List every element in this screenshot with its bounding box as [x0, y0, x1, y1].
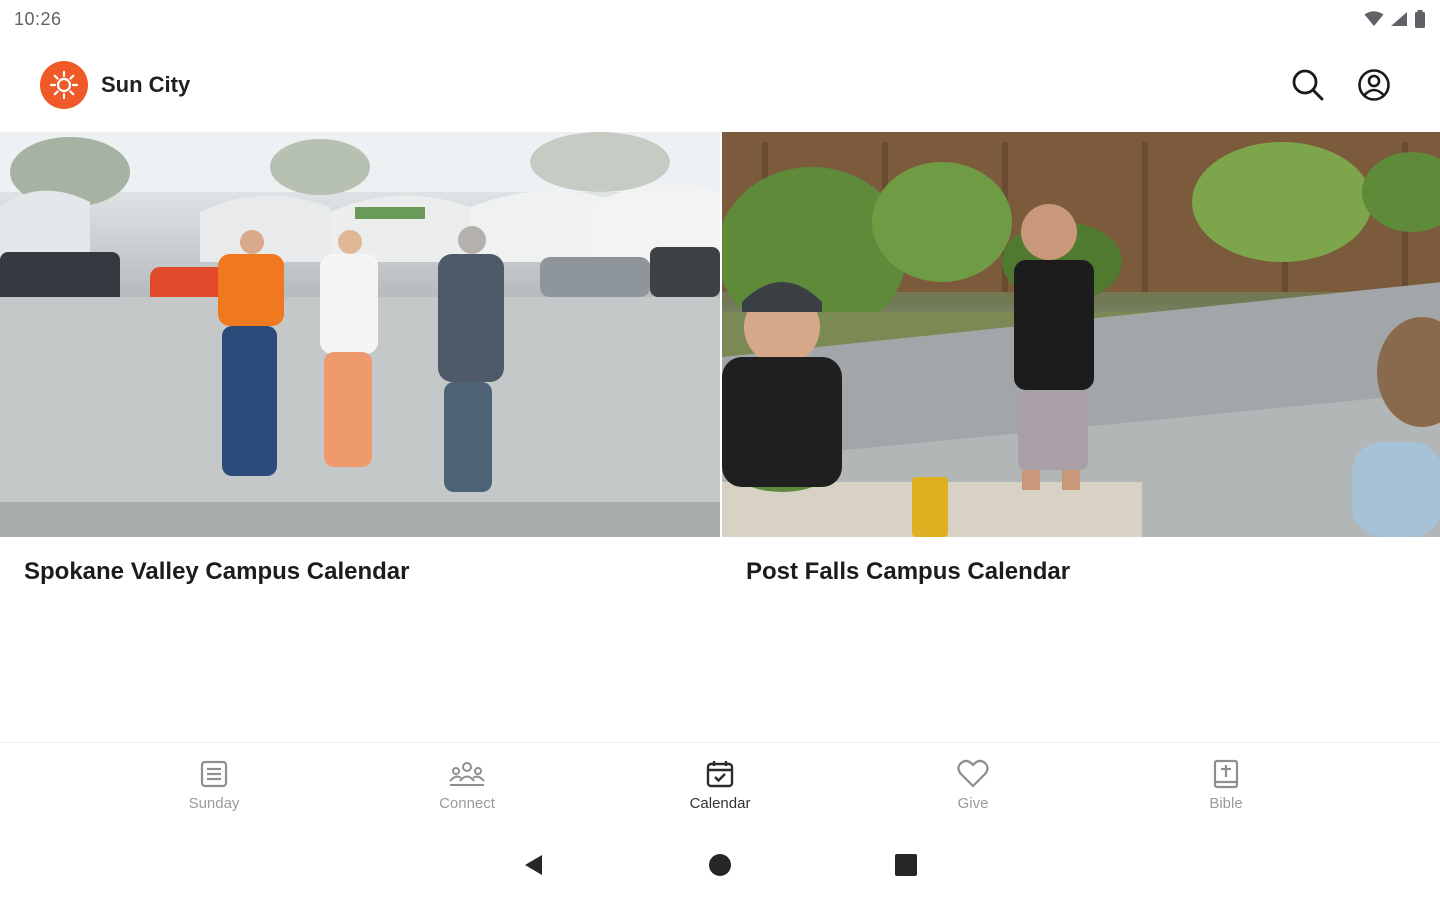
card-title: Post Falls Campus Calendar — [746, 558, 1071, 585]
account-icon — [1358, 69, 1390, 101]
brand-name: Sun City — [101, 72, 191, 97]
nav-item-connect[interactable]: Connect — [341, 743, 594, 830]
campus-card-post-falls[interactable]: Post Falls Campus Calendar — [720, 132, 1440, 607]
app-actions — [1290, 67, 1400, 103]
nav-item-calendar[interactable]: Calendar — [594, 743, 847, 830]
bible-icon — [1213, 759, 1239, 789]
recents-icon — [895, 854, 917, 876]
campus-card-spokane-valley[interactable]: Spokane Valley Campus Calendar — [0, 132, 720, 607]
brand: Sun City — [40, 61, 190, 109]
sunday-icon — [200, 760, 228, 788]
sun-city-logo-icon — [40, 61, 88, 109]
card-title: Spokane Valley Campus Calendar — [24, 558, 410, 585]
nav-label-calendar: Calendar — [689, 795, 751, 812]
connect-icon — [449, 762, 485, 786]
heart-icon — [957, 759, 989, 788]
back-icon — [525, 855, 542, 875]
system-recents-button[interactable] — [888, 847, 924, 883]
bottom-navigation: Sunday Connect Calendar Give Bible — [0, 742, 1440, 830]
search-button[interactable] — [1290, 67, 1326, 103]
nav-label-bible: Bible — [1209, 795, 1243, 812]
system-navigation — [0, 830, 1440, 900]
nav-label-sunday: Sunday — [188, 795, 240, 812]
post-falls-photo — [722, 132, 1440, 537]
campus-calendar-list: Spokane Valley Campus Calendar Post Fall… — [0, 132, 1440, 607]
spokane-valley-photo — [0, 132, 720, 537]
nav-label-connect: Connect — [439, 795, 495, 812]
nav-item-sunday[interactable]: Sunday — [88, 743, 341, 830]
system-back-button[interactable] — [516, 847, 552, 883]
status-bar: 10:26 — [0, 0, 1440, 38]
battery-icon — [1415, 10, 1425, 28]
account-button[interactable] — [1356, 67, 1392, 103]
nav-label-give: Give — [957, 795, 989, 812]
system-home-button[interactable] — [702, 847, 738, 883]
cell-signal-icon — [1391, 12, 1407, 26]
wifi-icon — [1364, 11, 1384, 26]
status-icons — [1364, 10, 1426, 28]
nav-item-give[interactable]: Give — [847, 743, 1100, 830]
calendar-icon — [706, 761, 734, 788]
home-icon — [709, 854, 731, 876]
nav-item-bible[interactable]: Bible — [1100, 743, 1353, 830]
status-time: 10:26 — [14, 8, 62, 29]
app-bar: Sun City — [0, 38, 1440, 132]
search-icon — [1292, 69, 1324, 101]
